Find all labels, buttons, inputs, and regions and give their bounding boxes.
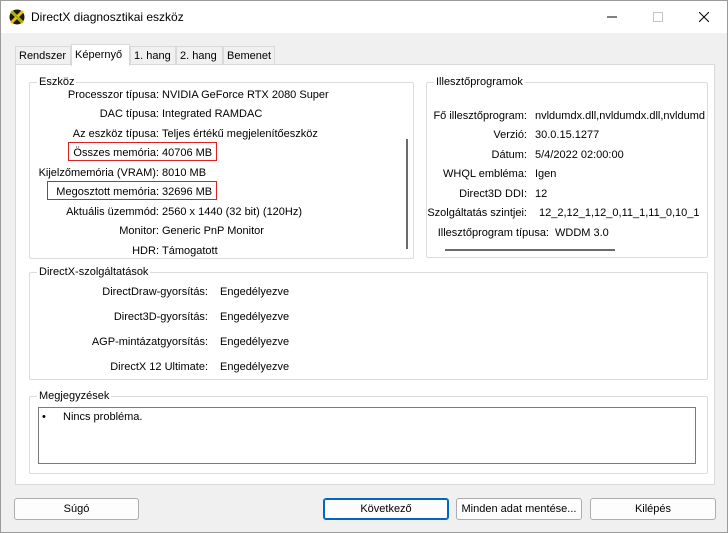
device-value-hdr: Támogatott (162, 245, 218, 257)
feature-label-directdraw: DirectDraw-gyorsítás: (102, 286, 208, 298)
driver-label-ddi: Direct3D DDI: (459, 188, 527, 200)
device-value-mode: 2560 x 1440 (32 bit) (120Hz) (162, 206, 303, 218)
device-value-type: Teljes értékű megjelenítőeszköz (162, 128, 318, 140)
tab-bemenet[interactable]: Bemenet (223, 46, 275, 65)
driver-value-main: nvldumdx.dll,nvldumdx.dll,nvldumd (535, 110, 705, 122)
tab-kepernyo[interactable]: Képernyő (71, 44, 130, 66)
close-icon (699, 12, 709, 22)
window-title: DirectX diagnosztikai eszköz (31, 10, 184, 24)
features-group-title: DirectX-szolgáltatások (37, 266, 151, 278)
feature-label-direct3d: Direct3D-gyorsítás: (113, 311, 208, 323)
drivers-group-title: Illesztőprogramok (434, 76, 525, 88)
drivers-group: Illesztőprogramok Fő illesztőprogram: nv… (426, 76, 708, 258)
highlight-shared-memory (47, 181, 217, 200)
dxdiag-window: DirectX diagnosztikai eszköz Rendszer Ké… (0, 0, 728, 533)
minimize-icon (607, 16, 617, 18)
directx-features-group: DirectX-szolgáltatások DirectDraw-gyorsí… (29, 266, 708, 380)
notes-group: Megjegyzések • Nincs probléma. (29, 390, 708, 474)
drivers-scrollbar[interactable] (445, 249, 615, 251)
feature-value-dx12-ultimate: Engedélyezve (220, 361, 290, 373)
device-value-processor: NVIDIA GeForce RTX 2080 Super (162, 89, 329, 101)
driver-label-date: Dátum: (491, 149, 527, 161)
device-label-mode: Aktuális üzemmód: (66, 206, 159, 218)
device-label-processor: Processzor típusa: (67, 89, 159, 101)
driver-label-whql: WHQL embléma: (443, 168, 527, 180)
tab-hang-2[interactable]: 2. hang (176, 46, 223, 65)
driver-value-ddi: 12 (535, 188, 548, 200)
feature-label-dx12-ultimate: DirectX 12 Ultimate: (110, 361, 208, 373)
device-label-type: Az eszköz típusa: (72, 128, 159, 140)
highlight-total-memory (68, 142, 217, 161)
title-bar[interactable]: DirectX diagnosztikai eszköz (1, 1, 727, 33)
directx-logo-icon (9, 9, 25, 25)
maximize-icon (653, 12, 663, 22)
help-button[interactable]: Súgó (14, 498, 139, 520)
device-label-dac: DAC típusa: (99, 108, 159, 120)
tab-panel: Eszköz Processzor típusa: NVIDIA GeForce… (15, 64, 715, 485)
driver-value-version: 30.0.15.1277 (535, 129, 600, 141)
device-label-monitor: Monitor: (119, 225, 159, 237)
notes-text: Nincs probléma. (63, 411, 143, 423)
driver-value-feature-levels: 12_2,12_1,12_0,11_1,11_0,10_1 (539, 207, 700, 219)
driver-label-main: Fő illesztőprogram: (433, 110, 527, 122)
device-label-hdr: HDR: (132, 245, 159, 257)
exit-button[interactable]: Kilépés (590, 498, 716, 520)
device-value-vram: 8010 MB (162, 167, 207, 179)
next-button[interactable]: Következő (323, 498, 449, 520)
tab-hang-1[interactable]: 1. hang (130, 46, 176, 65)
driver-label-model: Illesztőprogram típusa: (437, 227, 549, 239)
device-group-title: Eszköz (37, 76, 77, 88)
close-button[interactable] (681, 1, 727, 33)
feature-value-agp: Engedélyezve (220, 336, 290, 348)
notes-bullet: • (42, 411, 46, 423)
device-value-monitor: Generic PnP Monitor (162, 225, 264, 237)
feature-value-direct3d: Engedélyezve (220, 311, 290, 323)
feature-value-directdraw: Engedélyezve (220, 286, 290, 298)
device-scrollbar[interactable] (406, 139, 408, 249)
notes-group-title: Megjegyzések (37, 390, 112, 402)
driver-value-whql: Igen (535, 168, 557, 180)
device-value-dac: Integrated RAMDAC (162, 108, 263, 120)
feature-label-agp: AGP-mintázatgyorsítás: (91, 336, 208, 348)
driver-label-version: Verzió: (493, 129, 527, 141)
driver-label-feature-levels: Szolgáltatás szintjei: (427, 207, 527, 219)
minimize-button[interactable] (589, 1, 635, 33)
driver-value-date: 5/4/2022 02:00:00 (535, 149, 624, 161)
maximize-button[interactable] (635, 1, 681, 33)
driver-value-model: WDDM 3.0 (555, 227, 609, 239)
device-label-vram: Kijelzőmemória (VRAM): (38, 167, 159, 179)
save-all-button[interactable]: Minden adat mentése... (456, 498, 582, 520)
device-group: Eszköz Processzor típusa: NVIDIA GeForce… (29, 76, 414, 259)
tab-rendszer[interactable]: Rendszer (15, 46, 71, 65)
notes-textbox[interactable]: • Nincs probléma. (38, 407, 696, 464)
